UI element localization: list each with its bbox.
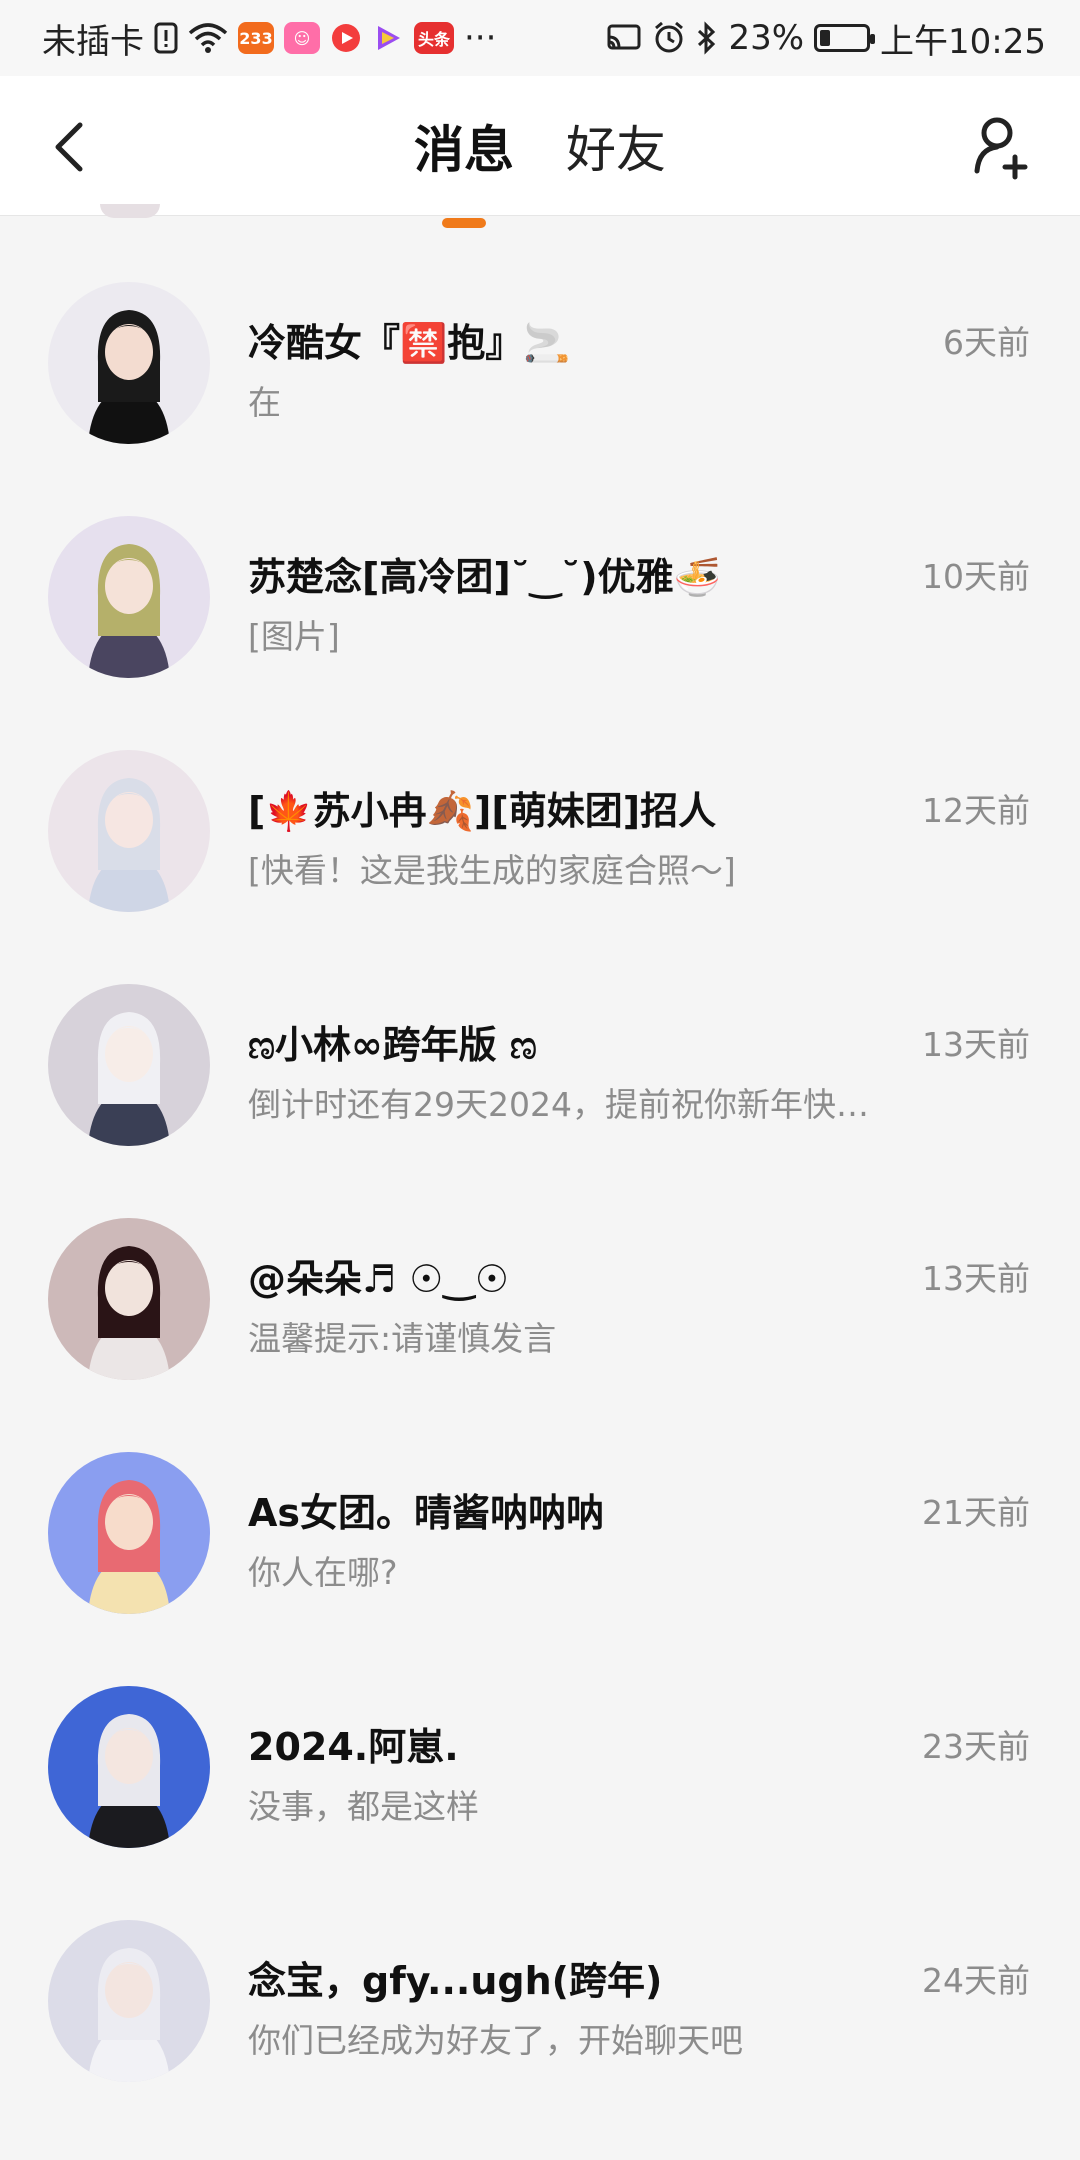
chat-item[interactable]: ಣ小林∞跨年版 ಣ 倒计时还有29天2024，提前祝你新年快… 13天前 [0,918,1080,1152]
avatar[interactable] [48,750,210,912]
status-bar: 未插卡 233 ☺ 头条 ··· 23% 上午10:25 [0,0,1080,76]
app-play-icon [372,22,404,54]
chat-item[interactable]: As女团。晴酱呐呐呐你人在哪? 21天前 [0,1386,1080,1620]
chat-time: 10天前 [922,557,1030,596]
chat-name: 苏楚念[高冷团]˘‿˘)优雅🍜 [248,555,721,599]
chat-item[interactable]: 2024.阿崽. 没事，都是这样 23天前 [0,1620,1080,1854]
chat-preview: 温馨提示:请谨慎发言 [248,1319,557,1358]
chat-preview: 倒计时还有29天2024，提前祝你新年快… [248,1085,869,1124]
sim-alert-icon [154,22,178,54]
chat-preview: 你人在哪? [248,1553,398,1592]
chat-name: 念宝，gfy...ugh(跨年) [248,1959,663,2003]
battery-percent: 23% [728,18,805,58]
chat-time: 6天前 [943,323,1030,362]
tab-friends-label: 好友 [566,121,666,179]
app-cartoon-icon: ☺ [284,22,320,54]
chat-name: 2024.阿崽. [248,1725,459,1769]
chat-preview: [快看！这是我生成的家庭合照～] [248,851,736,890]
app-news-icon: 头条 [414,22,454,54]
avatar[interactable] [48,516,210,678]
avatar[interactable] [48,984,210,1146]
chat-preview: 在 [248,383,281,422]
app-video-icon [330,22,362,54]
chat-time: 24天前 [922,1961,1030,2000]
wifi-icon [188,23,228,53]
add-user-icon [974,117,1028,180]
chat-item[interactable]: [🍁苏小冉🍂][萌妹团]招人 [快看！这是我生成的家庭合照～] 12天前 [0,684,1080,918]
status-right: 23% 上午10:25 [606,14,1046,63]
battery-icon [814,24,876,52]
more-notifications: ··· [464,18,497,58]
chat-item[interactable]: 念宝，gfy...ugh(跨年) 你们已经成为好友了，开始聊天吧 24天前 [0,1854,1080,2088]
chat-preview: 你们已经成为好友了，开始聊天吧 [248,2021,743,2060]
chat-time: 21天前 [922,1493,1030,1532]
tab-friends[interactable]: 好友 [566,110,666,182]
cast-icon [606,23,642,53]
chat-item[interactable]: 苏楚念[高冷团]˘‿˘)优雅🍜 [图片] 10天前 [0,450,1080,684]
clock: 上午10:25 [880,21,1046,62]
chat-preview: [图片] [248,617,340,656]
top-nav: 消息 好友 [0,76,1080,228]
chat-name: As女团。晴酱呐呐呐 [248,1491,605,1535]
chat-item[interactable]: 冷酷女『🈲抱』🚬 在 6天前 [0,216,1080,450]
chat-preview: 没事，都是这样 [248,1787,479,1826]
chat-name: @朵朵♬ ☉‿☉ [248,1257,509,1301]
chat-time: 13天前 [922,1025,1030,1064]
status-left: 未插卡 233 ☺ 头条 ··· [42,14,496,63]
tab-bar: 消息 好友 [0,76,1080,228]
tab-messages[interactable]: 消息 [414,110,514,228]
alarm-icon [652,21,686,55]
avatar[interactable] [48,1452,210,1614]
chat-item[interactable]: @朵朵♬ ☉‿☉ 温馨提示:请谨慎发言 13天前 [0,1152,1080,1386]
app-233-icon: 233 [238,22,274,54]
chat-time: 13天前 [922,1259,1030,1298]
chat-name: 冷酷女『🈲抱』🚬 [248,321,571,365]
avatar[interactable] [48,1218,210,1380]
carrier-text: 未插卡 [42,21,144,62]
avatar[interactable] [48,1920,210,2082]
avatar[interactable] [48,282,210,444]
bluetooth-icon [696,21,718,55]
chat-time: 23天前 [922,1727,1030,1766]
chat-name: ಣ小林∞跨年版 ಣ [248,1023,537,1067]
avatar[interactable] [48,1686,210,1848]
tab-messages-label: 消息 [414,121,514,179]
chat-time: 12天前 [922,791,1030,830]
add-friend-button[interactable] [962,106,1042,186]
chat-name: [🍁苏小冉🍂][萌妹团]招人 [248,789,717,833]
